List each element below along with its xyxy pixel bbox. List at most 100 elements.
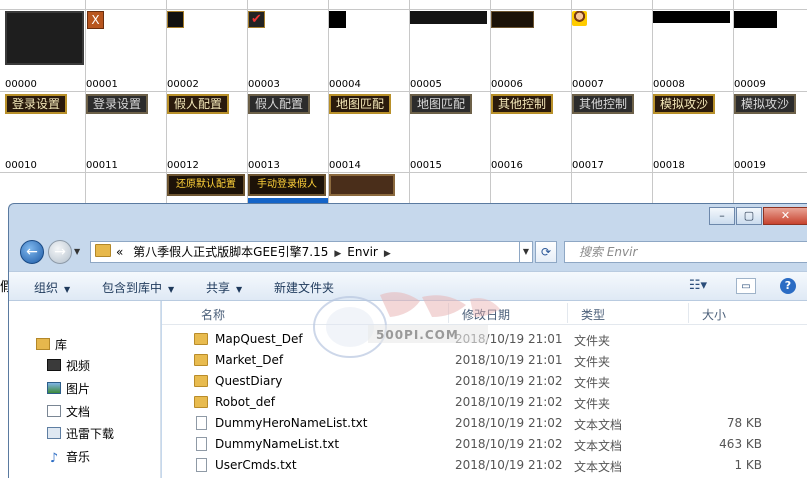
file-row[interactable]: DummyNameList.txt 2018/10/19 21:02 文本文档 … — [162, 434, 807, 455]
file-date: 2018/10/19 21:01 — [455, 353, 563, 367]
other-control-button-disabled[interactable]: 其他控制 — [572, 94, 634, 114]
folder-icon — [95, 244, 111, 257]
column-type[interactable]: 类型 — [581, 306, 605, 323]
picture-icon — [47, 382, 61, 394]
address-input[interactable]: « 第八季假人正式版脚本GEE引擎7.15 ▶ Envir ▶ — [90, 241, 533, 263]
nav-library-label: 库 — [55, 338, 68, 352]
navigation-pane: 库 视频 图片 文档 迅雷下载 ♪ 音乐 — [9, 301, 161, 478]
restore-default-button[interactable]: 还原默认配置 — [167, 174, 245, 196]
nav-item-pictures[interactable]: 图片 — [47, 380, 90, 397]
manual-login-button[interactable]: 手动登录假人 — [248, 174, 326, 196]
download-folder-icon — [47, 427, 61, 439]
cell-label: 00005 — [410, 79, 442, 90]
file-row[interactable]: MapQuest_Def 2018/10/19 21:01 文件夹 — [162, 329, 807, 350]
search-input[interactable]: 搜索 Envir — [564, 241, 807, 263]
organize-label: 组织 — [34, 281, 59, 295]
share-button[interactable]: 共享 ▼ — [206, 279, 242, 296]
column-header: 名称 修改日期 类型 大小 — [162, 301, 807, 325]
black-bar-thumbnail[interactable] — [653, 11, 730, 23]
black-square-thumbnail[interactable] — [329, 11, 346, 28]
map-match-button[interactable]: 地图匹配 — [329, 94, 391, 114]
map-match-button-disabled[interactable]: 地图匹配 — [410, 94, 472, 114]
column-separator[interactable] — [688, 303, 689, 323]
cell-label: 00013 — [248, 160, 280, 171]
file-type: 文本文档 — [574, 418, 623, 432]
cell-label: 00015 — [410, 160, 442, 171]
close-x-icon[interactable]: X — [87, 11, 104, 29]
file-row[interactable]: Robot_def 2018/10/19 21:02 文件夹 — [162, 392, 807, 413]
address-dropdown-icon[interactable]: ▼ — [519, 241, 533, 263]
file-size: 1 KB — [734, 458, 762, 472]
other-control-button[interactable]: 其他控制 — [491, 94, 553, 114]
login-settings-button[interactable]: 登录设置 — [5, 94, 67, 114]
file-row[interactable]: UserCmds.txt 2018/10/19 21:02 文本文档 1 KB — [162, 455, 807, 476]
new-folder-button[interactable]: 新建文件夹 — [274, 279, 334, 296]
nav-library[interactable]: 库 — [36, 336, 67, 353]
include-label: 包含到库中 — [102, 281, 163, 295]
file-row[interactable]: Market_Def 2018/10/19 21:01 文件夹 — [162, 350, 807, 371]
column-name[interactable]: 名称 — [201, 306, 225, 323]
history-dropdown-icon[interactable]: ▼ — [74, 247, 80, 256]
address-chevron: « — [116, 245, 124, 259]
minimize-button[interactable]: – — [709, 207, 735, 225]
text-file-icon — [196, 416, 207, 430]
file-name: Market_Def — [215, 353, 284, 367]
dummy-config-button[interactable]: 假人配置 — [167, 94, 229, 114]
close-button[interactable]: ✕ — [763, 207, 807, 225]
forward-arrow-icon[interactable]: → — [48, 240, 72, 264]
cell-label: 00019 — [734, 160, 766, 171]
maximize-button[interactable]: ▢ — [736, 207, 762, 225]
siege-sim-button-disabled[interactable]: 模拟攻沙 — [734, 94, 796, 114]
file-name: UserCmds.txt — [215, 458, 297, 472]
empty-checkbox-icon[interactable] — [167, 11, 184, 28]
nav-item-label: 迅雷下载 — [66, 427, 115, 441]
help-icon[interactable]: ? — [780, 278, 796, 294]
share-label: 共享 — [206, 281, 231, 295]
dark-box-thumbnail[interactable] — [491, 11, 534, 28]
siege-sim-button[interactable]: 模拟攻沙 — [653, 94, 715, 114]
login-settings-button-disabled[interactable]: 登录设置 — [86, 94, 148, 114]
preview-pane-icon[interactable]: ▭ — [736, 278, 756, 294]
breadcrumb-segment[interactable]: 第八季假人正式版脚本GEE引擎7.15 — [133, 245, 328, 259]
explorer-window[interactable]: – ▢ ✕ ← → ▼ « 第八季假人正式版脚本GEE引擎7.15 ▶ Envir ▶… — [8, 203, 807, 478]
cell-label: 00004 — [329, 79, 361, 90]
dark-panel-thumbnail[interactable] — [5, 11, 84, 65]
file-type: 文件夹 — [574, 397, 611, 411]
character-avatar-icon[interactable] — [572, 11, 587, 26]
breadcrumb-arrow-icon[interactable]: ▶ — [384, 249, 391, 259]
file-name: DummyHeroNameList.txt — [215, 416, 368, 430]
file-row[interactable]: DummyHeroNameList.txt 2018/10/19 21:02 文… — [162, 413, 807, 434]
back-arrow-icon[interactable]: ← — [20, 240, 44, 264]
organize-button[interactable]: 组织 ▼ — [34, 279, 70, 296]
brown-panel-thumbnail[interactable] — [329, 174, 395, 196]
cell-label: 00018 — [653, 160, 685, 171]
file-name: Robot_def — [215, 395, 276, 409]
breadcrumb-arrow-icon[interactable]: ▶ — [334, 249, 341, 259]
music-icon: ♪ — [49, 451, 59, 466]
view-options-icon[interactable]: ☷▾ — [687, 278, 709, 294]
grid-line — [0, 172, 807, 173]
nav-item-thunder-downloads[interactable]: 迅雷下载 — [47, 425, 114, 442]
nav-item-videos[interactable]: 视频 — [47, 357, 90, 374]
file-type: 文件夹 — [574, 376, 611, 390]
file-date: 2018/10/19 21:02 — [455, 437, 563, 451]
cell-label: 00009 — [734, 79, 766, 90]
file-row[interactable]: QuestDiary 2018/10/19 21:02 文件夹 — [162, 371, 807, 392]
include-in-library-button[interactable]: 包含到库中 ▼ — [102, 279, 174, 296]
folder-icon — [194, 354, 208, 366]
column-size[interactable]: 大小 — [702, 306, 726, 323]
black-box-thumbnail[interactable] — [734, 11, 777, 28]
refresh-icon[interactable]: ⟳ — [535, 241, 557, 263]
checked-checkbox-icon[interactable]: ✔ — [248, 11, 265, 28]
cell-label: 00014 — [329, 160, 361, 171]
dummy-config-button-disabled[interactable]: 假人配置 — [248, 94, 310, 114]
nav-item-music[interactable]: ♪ 音乐 — [47, 448, 90, 465]
column-separator[interactable] — [567, 303, 568, 323]
dark-bar-thumbnail[interactable] — [410, 11, 487, 24]
column-date[interactable]: 修改日期 — [462, 306, 510, 323]
folder-icon — [194, 333, 208, 345]
file-date: 2018/10/19 21:02 — [455, 458, 563, 472]
column-separator[interactable] — [448, 303, 449, 323]
nav-item-documents[interactable]: 文档 — [47, 403, 90, 420]
breadcrumb-segment[interactable]: Envir — [347, 245, 378, 259]
